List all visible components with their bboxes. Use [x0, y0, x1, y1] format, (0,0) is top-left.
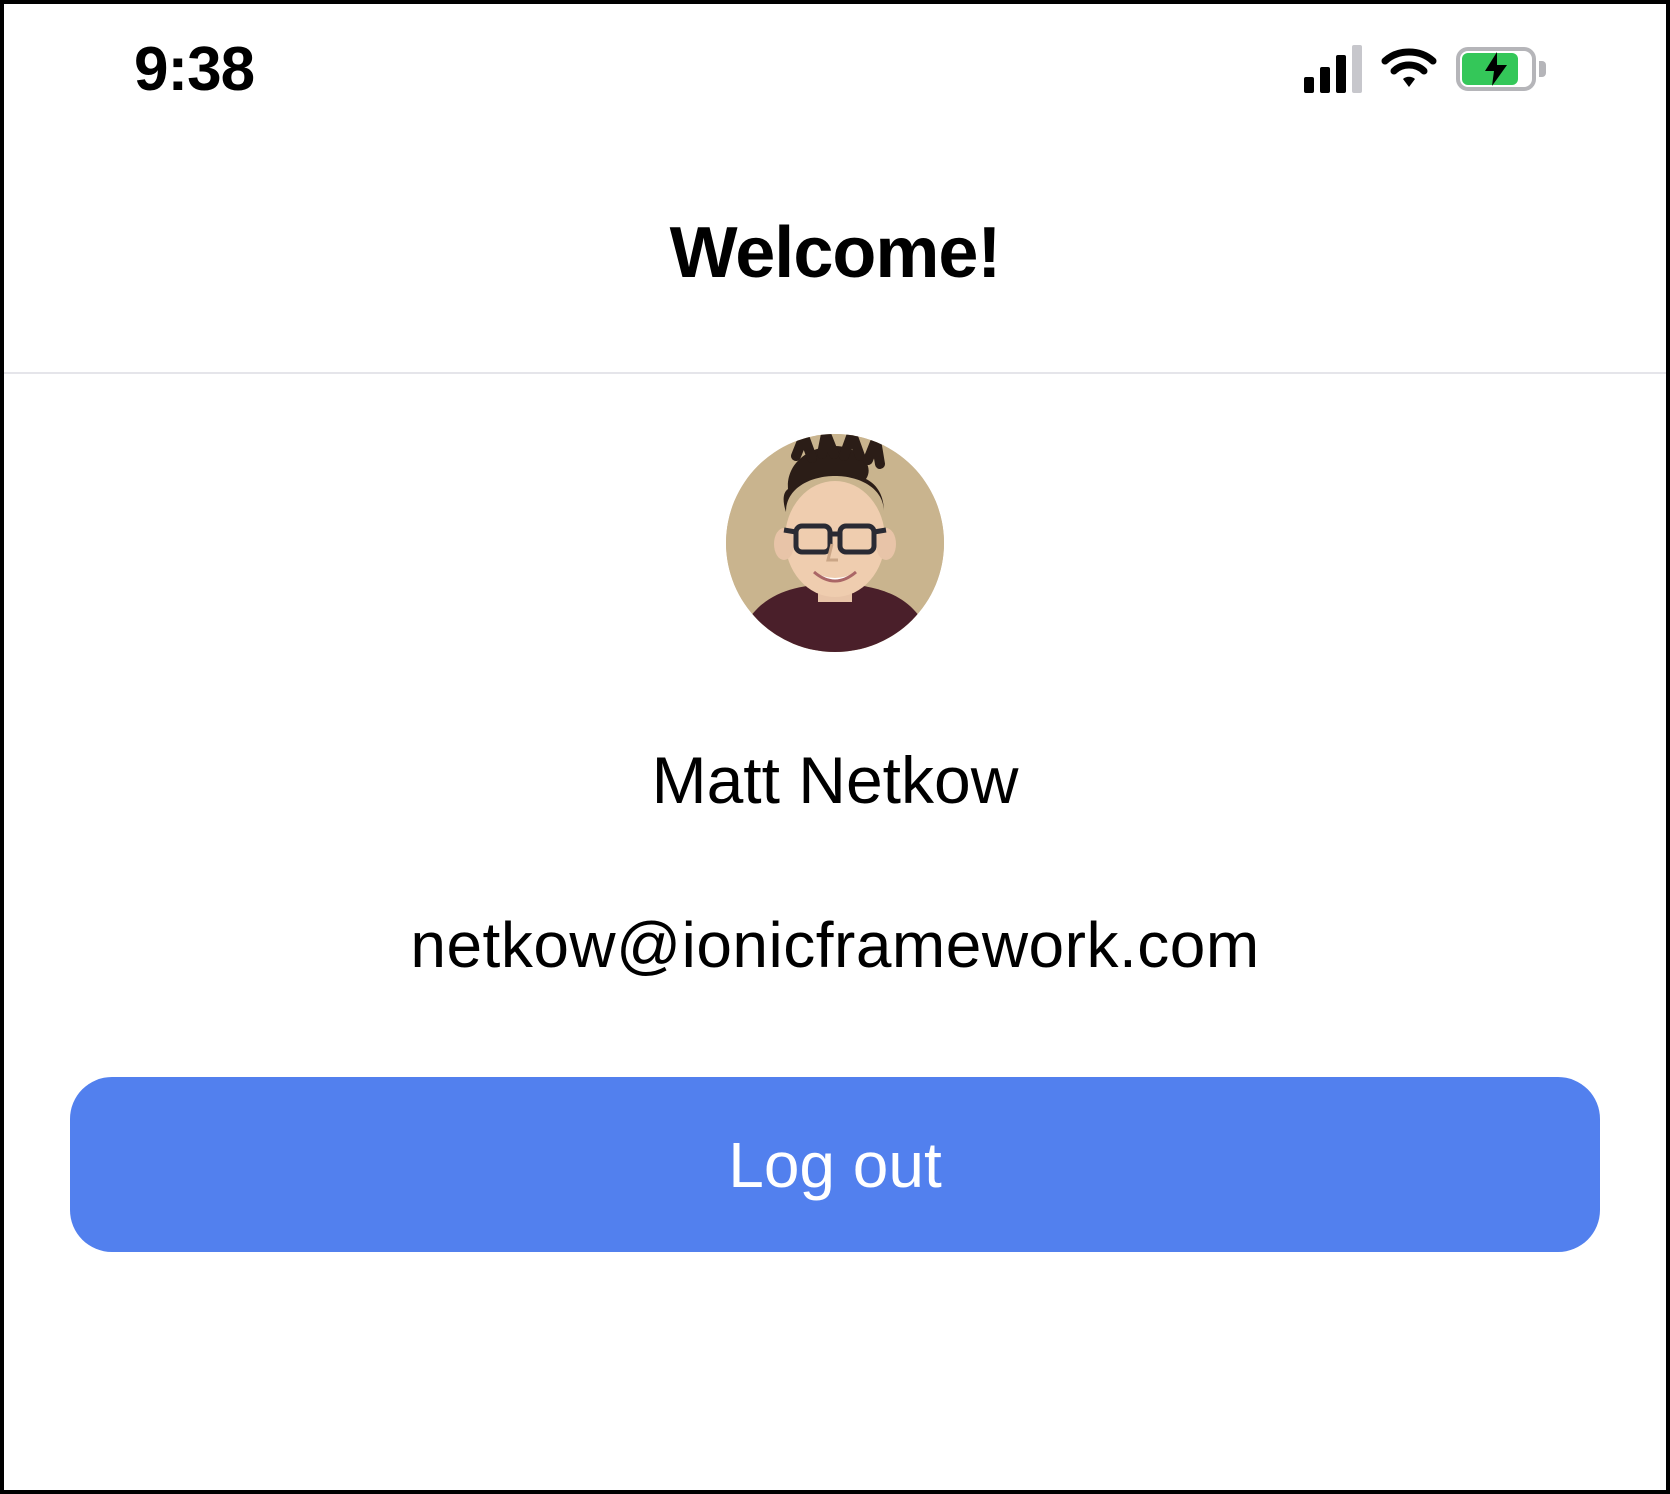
page-title: Welcome! — [670, 212, 1001, 294]
cellular-icon — [1304, 45, 1362, 93]
user-email: netkow@ionicframework.com — [410, 908, 1259, 982]
status-icons — [1304, 45, 1546, 93]
battery-icon — [1456, 47, 1546, 91]
status-time: 9:38 — [134, 34, 254, 105]
wifi-icon — [1380, 47, 1438, 91]
app-screen: 9:38 — [0, 0, 1670, 1494]
user-name: Matt Netkow — [652, 742, 1019, 818]
page-header: Welcome! — [4, 134, 1666, 374]
logout-button[interactable]: Log out — [70, 1077, 1600, 1252]
profile-content: Matt Netkow netkow@ionicframework.com Lo… — [4, 374, 1666, 1252]
status-bar: 9:38 — [4, 4, 1666, 134]
logout-button-label: Log out — [728, 1128, 942, 1202]
avatar — [726, 434, 944, 652]
